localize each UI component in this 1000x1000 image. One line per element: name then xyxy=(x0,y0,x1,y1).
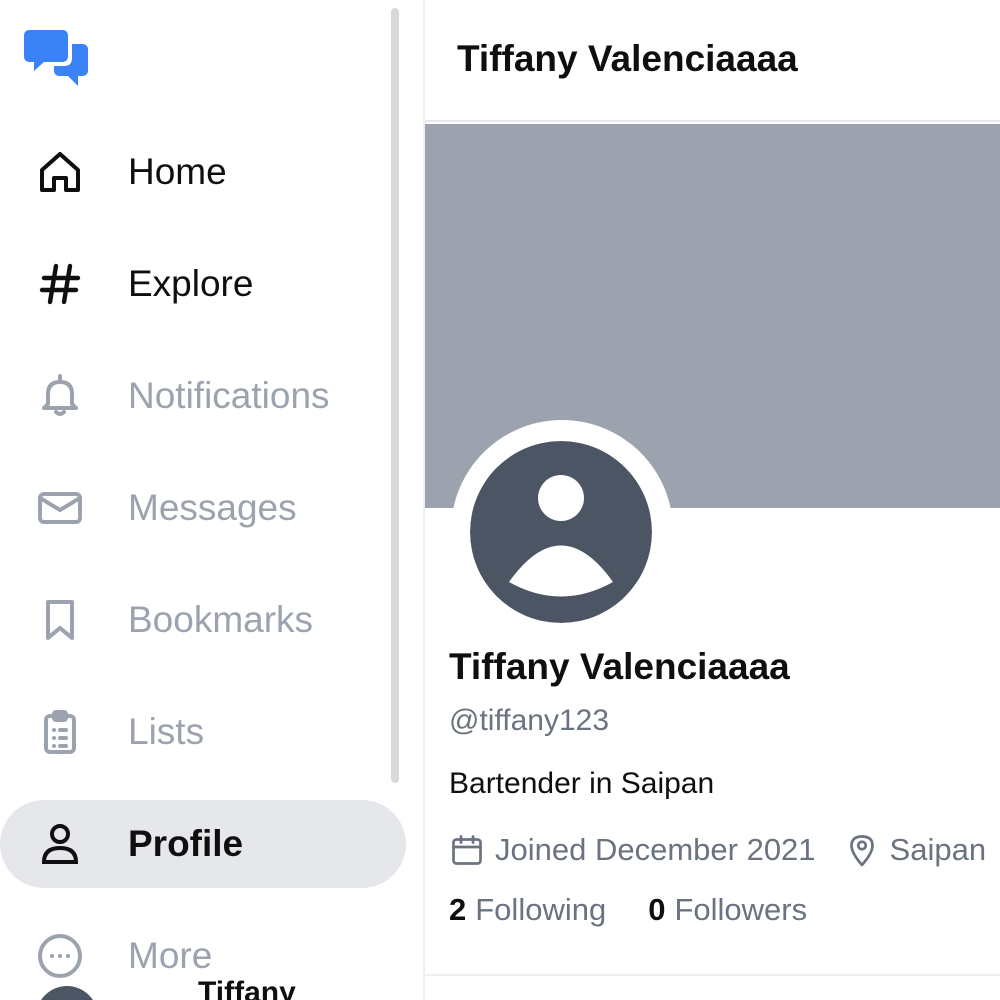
bookmark-icon xyxy=(36,596,84,644)
map-pin-icon xyxy=(849,835,874,867)
profile-bio: Bartender in Saipan xyxy=(449,767,715,800)
user-icon xyxy=(36,820,84,868)
sidebar-item-home[interactable]: Home xyxy=(0,128,406,216)
following-label: Following xyxy=(475,892,607,927)
sidebar-item-label: More xyxy=(128,935,213,976)
profile-display-name: Tiffany Valenciaaaa xyxy=(449,646,790,687)
profile-stats: 2 Following 0 Followers xyxy=(449,892,807,928)
divider xyxy=(425,974,1000,976)
profile-avatar[interactable] xyxy=(470,441,652,623)
profile-header: Tiffany Valenciaaaa xyxy=(425,0,1000,122)
followers-label: Followers xyxy=(674,892,808,927)
account-name[interactable]: Tiffany xyxy=(198,976,296,1000)
sidebar-item-label: Lists xyxy=(128,711,205,752)
profile-meta: Joined December 2021 Saipan xyxy=(449,828,986,872)
sidebar-item-notifications[interactable]: Notifications xyxy=(0,352,406,440)
sidebar-item-label: Profile xyxy=(128,823,244,864)
sidebar-item-profile[interactable]: Profile xyxy=(0,800,406,888)
followers-link[interactable]: 0 Followers xyxy=(648,892,807,928)
sidebar-item-label: Explore xyxy=(128,263,254,304)
sidebar-item-label: Bookmarks xyxy=(128,599,314,640)
following-count: 2 xyxy=(449,892,467,927)
joined-text: Joined December 2021 xyxy=(495,832,816,867)
sidebar-item-label: Home xyxy=(128,151,227,192)
sidebar-item-label: Notifications xyxy=(128,375,330,416)
chat-bubbles-icon[interactable] xyxy=(24,28,90,88)
sidebar-item-explore[interactable]: Explore xyxy=(0,240,406,328)
location-text: Saipan xyxy=(889,832,987,867)
sidebar: Home Explore Notifications Messages Book… xyxy=(0,0,410,1000)
followers-count: 0 xyxy=(648,892,666,927)
joined-date: Joined December 2021 xyxy=(449,832,816,868)
sidebar-scrollbar[interactable] xyxy=(391,8,399,783)
bell-icon xyxy=(36,372,84,420)
calendar-icon xyxy=(452,835,482,865)
sidebar-item-label: Messages xyxy=(128,487,297,528)
home-icon xyxy=(36,148,84,196)
sidebar-item-messages[interactable]: Messages xyxy=(0,464,406,552)
hashtag-icon xyxy=(36,260,84,308)
location: Saipan xyxy=(844,832,987,868)
app-window: Home Explore Notifications Messages Book… xyxy=(0,0,1000,1000)
sidebar-item-lists[interactable]: Lists xyxy=(0,688,406,776)
envelope-icon xyxy=(36,484,84,532)
profile-main: Tiffany Valenciaaaa Tiffany Valenciaaaa … xyxy=(423,0,1000,1000)
sidebar-item-bookmarks[interactable]: Bookmarks xyxy=(0,576,406,664)
profile-handle: @tiffany123 xyxy=(449,704,610,737)
ellipsis-circle-icon xyxy=(36,932,84,980)
clipboard-list-icon xyxy=(36,708,84,756)
following-link[interactable]: 2 Following xyxy=(449,892,606,928)
page-title: Tiffany Valenciaaaa xyxy=(457,38,798,79)
